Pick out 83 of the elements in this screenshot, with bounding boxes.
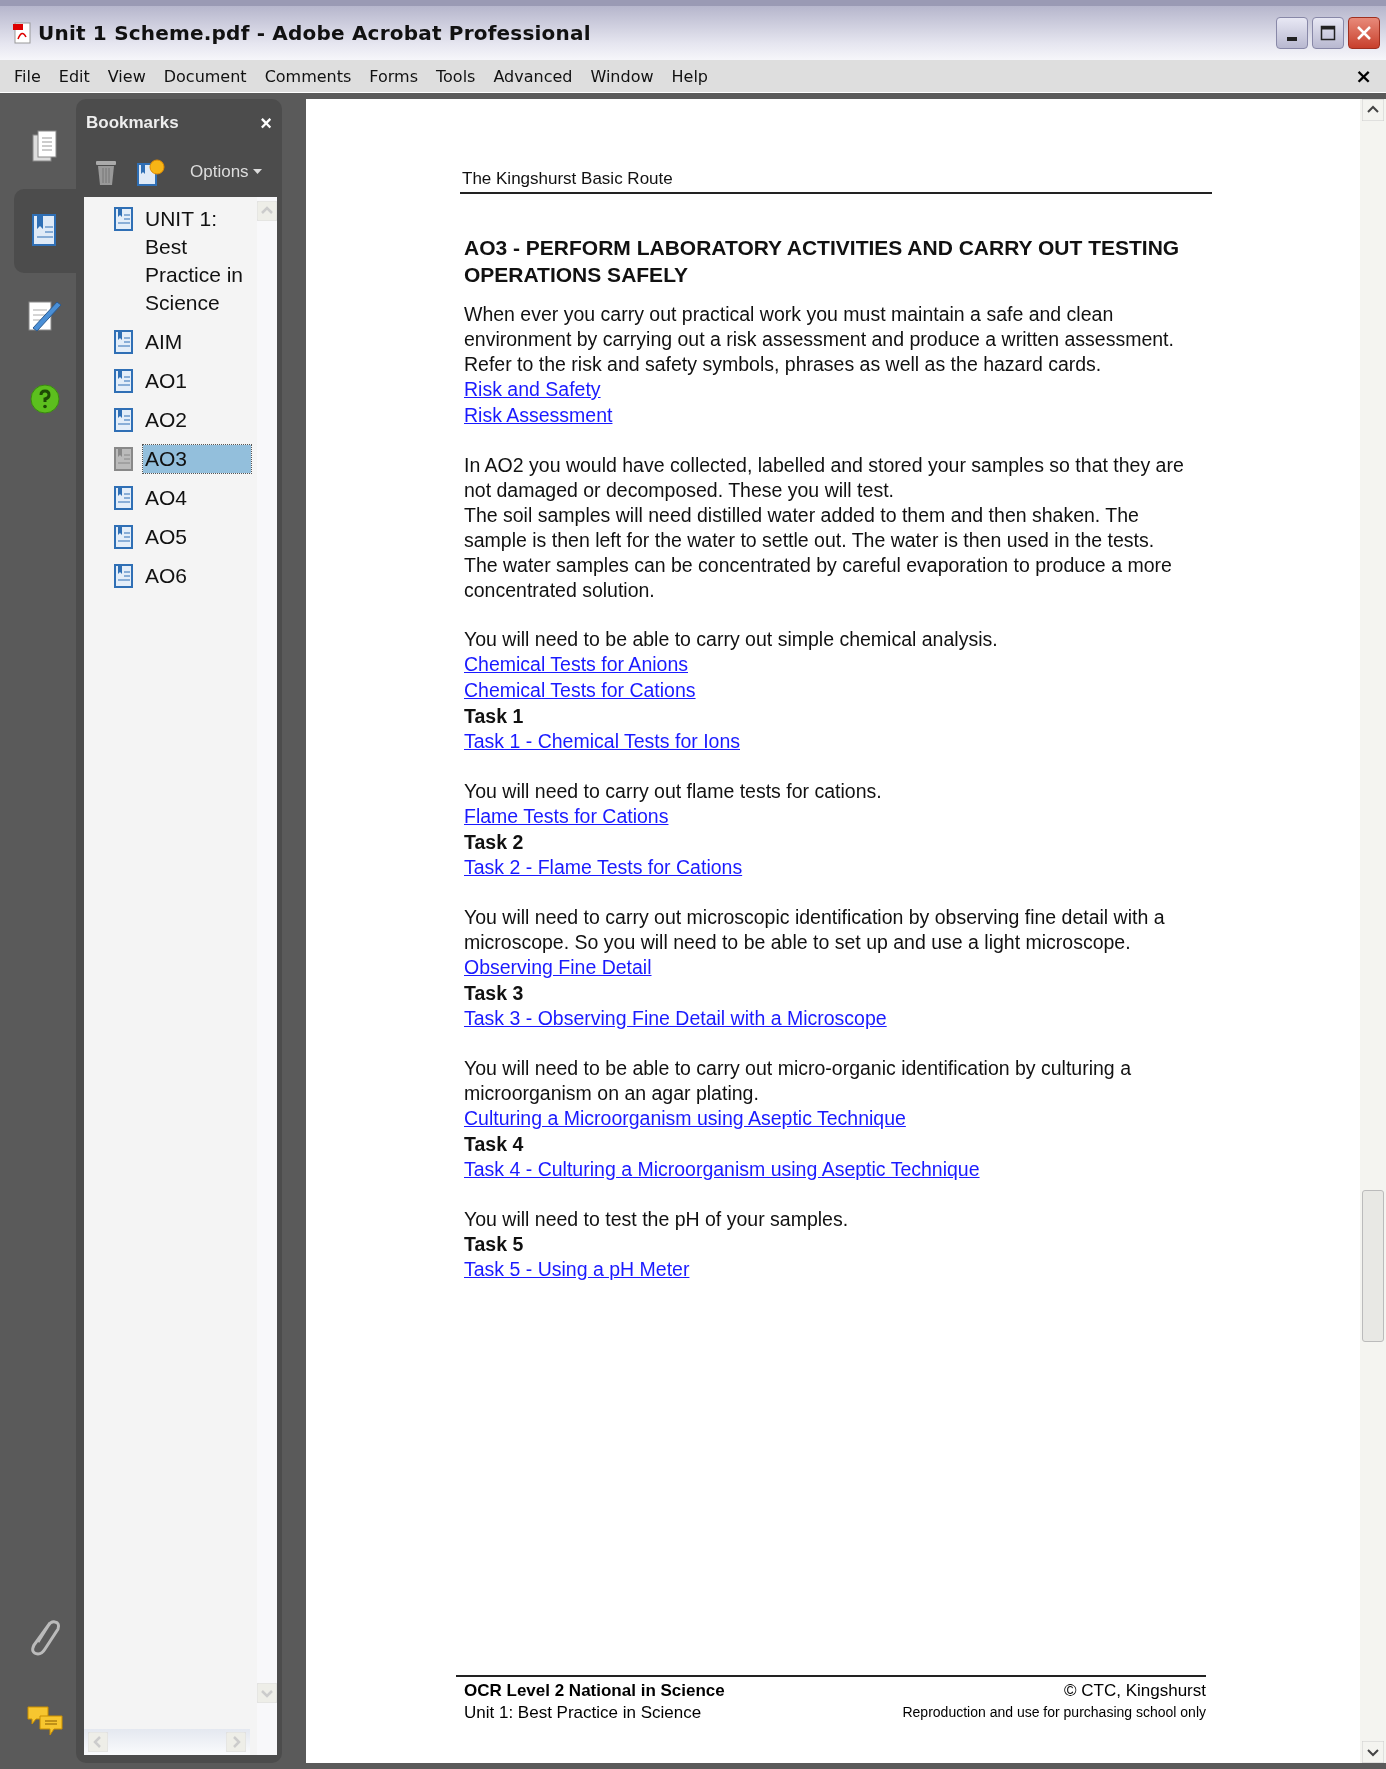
menu-item[interactable]: Tools: [436, 66, 476, 86]
document-link[interactable]: Chemical Tests for Anions: [464, 653, 688, 675]
pdf-file-icon: [12, 21, 32, 45]
paragraph: The water samples can be concentrated by careful evaporation to produce a more concentrated solution.: [464, 553, 1173, 603]
minimize-icon: [1287, 37, 1297, 41]
unit-title: Unit 1: Best Practice in Science: [464, 1703, 703, 1723]
pages-icon[interactable]: [31, 130, 59, 164]
close-document-button[interactable]: ×: [1355, 64, 1372, 88]
menu-item[interactable]: View: [107, 66, 146, 86]
task-label: Task 3: [464, 981, 524, 1006]
usage-notice: Reproduction and use for purchasing school only: [902, 1704, 1206, 1720]
new-bookmark-icon[interactable]: [136, 158, 166, 186]
paperclip-icon[interactable]: [28, 1617, 62, 1657]
bookmark-icon: [114, 408, 134, 432]
menu-item[interactable]: Advanced: [493, 66, 573, 86]
close-button[interactable]: [1348, 17, 1380, 49]
menu-item[interactable]: Edit: [58, 66, 90, 86]
bookmark-icon: [114, 525, 134, 549]
paragraph: You will need to test the pH of your samples.: [464, 1207, 850, 1232]
paragraph: In AO2 you would have collected, labelled and stored your samples so that they are not damaged or decomposed. These you will test.: [464, 453, 1185, 503]
menu-item[interactable]: Document: [163, 66, 247, 86]
document-link[interactable]: Task 4 - Culturing a Microorganism using Aseptic Technique: [464, 1158, 980, 1180]
bookmark-item[interactable]: AO5: [143, 523, 257, 551]
paragraph: When ever you carry out practical work you must maintain a safe and clean environment by carrying out a risk assessment and produce a written assessment. Refer to the risk and safety symbols, phrases as well as the hazard cards.: [464, 302, 1175, 377]
bookmark-item[interactable]: AO3: [143, 445, 251, 473]
bookmark-icon: [114, 486, 134, 510]
bookmark-item[interactable]: AO1: [143, 367, 257, 395]
menu-item[interactable]: Forms: [369, 66, 418, 86]
options-menu[interactable]: Options: [190, 162, 262, 182]
bookmark-page-icon: [31, 213, 59, 249]
document-link[interactable]: Chemical Tests for Cations: [464, 679, 696, 701]
course-title: OCR Level 2 National in Science: [464, 1681, 725, 1701]
document-scrollbar[interactable]: [1360, 99, 1386, 1763]
paragraph: You will need to be able to carry out simple chemical analysis.: [464, 627, 999, 652]
scrollbar-thumb[interactable]: [1362, 1190, 1384, 1343]
close-panel-button[interactable]: ×: [260, 111, 272, 135]
bookmark-item[interactable]: UNIT 1: Best Practice in Science: [143, 205, 257, 317]
task-label: Task 4: [464, 1132, 524, 1157]
maximize-button[interactable]: [1312, 17, 1344, 49]
paragraph: The soil samples will need distilled water added to them and then shaken. The sample is then left for the water to settle out. The water is then used in the tests.: [464, 503, 1156, 553]
scroll-down-arrow-icon[interactable]: [1362, 1741, 1384, 1763]
document-link[interactable]: Risk and Safety: [464, 378, 601, 400]
document-link[interactable]: Culturing a Microorganism using Aseptic Technique: [464, 1107, 906, 1129]
page-header: The Kingshurst Basic Route: [460, 169, 1212, 194]
document-link[interactable]: Task 1 - Chemical Tests for Ions: [464, 730, 740, 752]
document-link[interactable]: Flame Tests for Cations: [464, 805, 669, 827]
help-icon[interactable]: [30, 384, 60, 414]
paragraph: You will need to be able to carry out micro-organic identification by culturing a microorganism on an agar plating.: [464, 1056, 1132, 1106]
document-link[interactable]: Observing Fine Detail: [464, 956, 652, 978]
menu-item[interactable]: Window: [590, 66, 654, 86]
task-label: Task 2: [464, 830, 524, 855]
bookmark-item[interactable]: AO2: [143, 406, 257, 434]
scroll-up-arrow-icon[interactable]: [1362, 99, 1384, 121]
copyright-text: © CTC, Kingshurst: [1063, 1681, 1206, 1701]
bookmark-icon: [114, 564, 134, 588]
paragraph: You will need to carry out microscopic identification by observing fine detail with a microscope. So you will need to be able to set up and use a light microscope.: [464, 905, 1166, 955]
bookmarks-tab[interactable]: [14, 189, 76, 273]
bookmark-icon: [114, 369, 134, 393]
minimize-button[interactable]: [1276, 17, 1308, 49]
caret-icon: [252, 169, 262, 175]
close-icon: [1356, 25, 1372, 41]
document-link[interactable]: Task 2 - Flame Tests for Cations: [464, 856, 743, 878]
menu-item[interactable]: File: [14, 66, 41, 86]
bookmark-item[interactable]: AO4: [143, 484, 257, 512]
document-link[interactable]: Task 3 - Observing Fine Detail with a Microscope: [464, 1007, 887, 1029]
paragraph: You will need to carry out flame tests for cations.: [464, 779, 883, 804]
menu-item[interactable]: Help: [671, 66, 709, 86]
trash-icon[interactable]: [94, 158, 118, 186]
menu-item[interactable]: Comments: [264, 66, 352, 86]
bookmark-item[interactable]: AO6: [143, 562, 257, 590]
window-title: Unit 1 Scheme.pdf - Adobe Acrobat Professional: [38, 21, 591, 45]
comments-icon[interactable]: [26, 1704, 64, 1738]
task-label: Task 5: [464, 1232, 524, 1257]
task-label: Task 1: [464, 704, 524, 729]
greyed-bookmark-icon: [114, 447, 134, 471]
document-link[interactable]: Task 5 - Using a pH Meter: [464, 1258, 690, 1280]
maximize-icon: [1320, 25, 1336, 41]
panel-title: Bookmarks: [86, 113, 179, 133]
bookmark-item[interactable]: AIM: [143, 328, 257, 356]
section-heading: AO3 - PERFORM LABORATORY ACTIVITIES AND CARRY OUT TESTING OPERATIONS SAFELY: [464, 235, 1181, 288]
bookmark-icon: [114, 207, 134, 231]
bookmark-icon: [114, 330, 134, 354]
document-link[interactable]: Risk Assessment: [464, 404, 613, 426]
